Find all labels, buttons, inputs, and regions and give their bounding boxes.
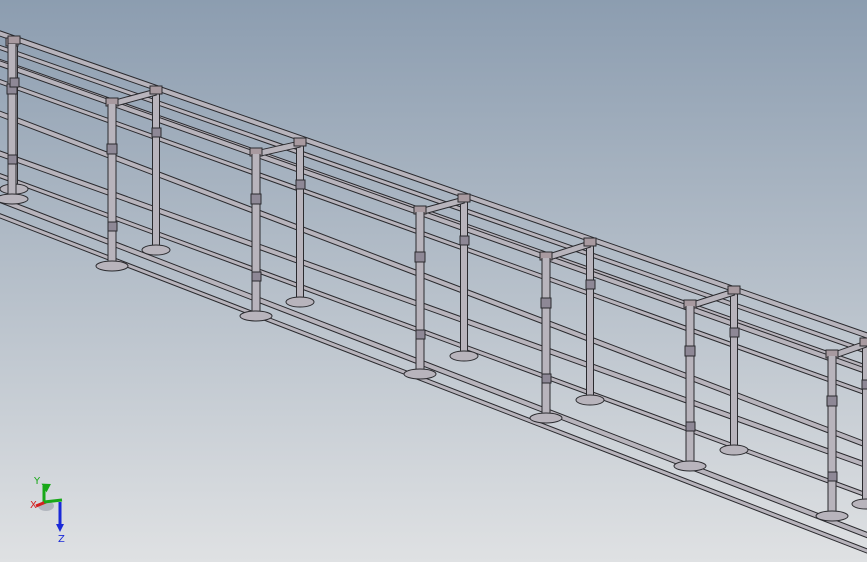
cad-model-view[interactable]	[0, 0, 867, 562]
rail-clamp-back-5	[729, 327, 740, 338]
rail-clamp-back-3	[459, 235, 470, 246]
low-clamp-front-6	[827, 471, 838, 482]
foot-plate-front-6	[815, 510, 849, 522]
low-clamp-front-2	[251, 271, 262, 282]
rail-clamp-front-5	[684, 345, 696, 357]
foot-plate-front-5	[673, 460, 707, 472]
corner-bracket-back-1	[149, 85, 163, 95]
foot-plate-front-4	[529, 412, 563, 424]
corner-bracket-back-6	[859, 337, 867, 347]
view-orientation-triad: Y X Z	[30, 476, 65, 544]
low-clamp-front-1	[107, 221, 118, 232]
triad-y-horizontal-icon	[43, 498, 63, 504]
foot-plate-back-5	[719, 444, 749, 456]
rail-clamp-back-2	[295, 179, 306, 190]
rail-clamp-front-4	[540, 297, 552, 309]
foot-plate-back-3	[449, 350, 479, 362]
triad-x-label: X	[30, 500, 37, 511]
foot-plate-front-1	[95, 260, 129, 272]
corner-bracket-back-4	[583, 237, 597, 247]
foot-plate-back-1	[141, 244, 171, 256]
low-clamp-front-4	[541, 373, 552, 384]
rail-clamp-back-6	[861, 379, 867, 390]
rail-clamp-back-4	[585, 279, 596, 290]
corner-bracket-back-2	[293, 137, 307, 147]
corner-bracket-back-0	[7, 35, 21, 45]
foot-plate-back-4	[575, 394, 605, 406]
rail-clamp-front-1	[106, 143, 118, 155]
graphics-viewport[interactable]: Y X Z	[0, 0, 867, 562]
rail-clamp-back-0	[9, 77, 20, 88]
low-clamp-front-5	[685, 421, 696, 432]
triad-z-arrow-icon	[56, 524, 64, 532]
triad-y-label: Y	[33, 476, 41, 487]
low-clamp-front-0	[7, 154, 18, 165]
triad-z-label: Z	[58, 534, 65, 544]
foot-plate-front-0	[0, 193, 29, 205]
rail-clamp-back-1	[151, 127, 162, 138]
corner-bracket-back-5	[727, 285, 741, 295]
rail-clamp-front-6	[826, 395, 838, 407]
rail-clamp-front-2	[250, 193, 262, 205]
foot-plate-back-2	[285, 296, 315, 308]
foot-plate-front-2	[239, 310, 273, 322]
corner-bracket-back-3	[457, 193, 471, 203]
rail-clamp-front-3	[414, 251, 426, 263]
foot-plate-front-3	[403, 368, 437, 380]
low-clamp-front-3	[415, 329, 426, 340]
